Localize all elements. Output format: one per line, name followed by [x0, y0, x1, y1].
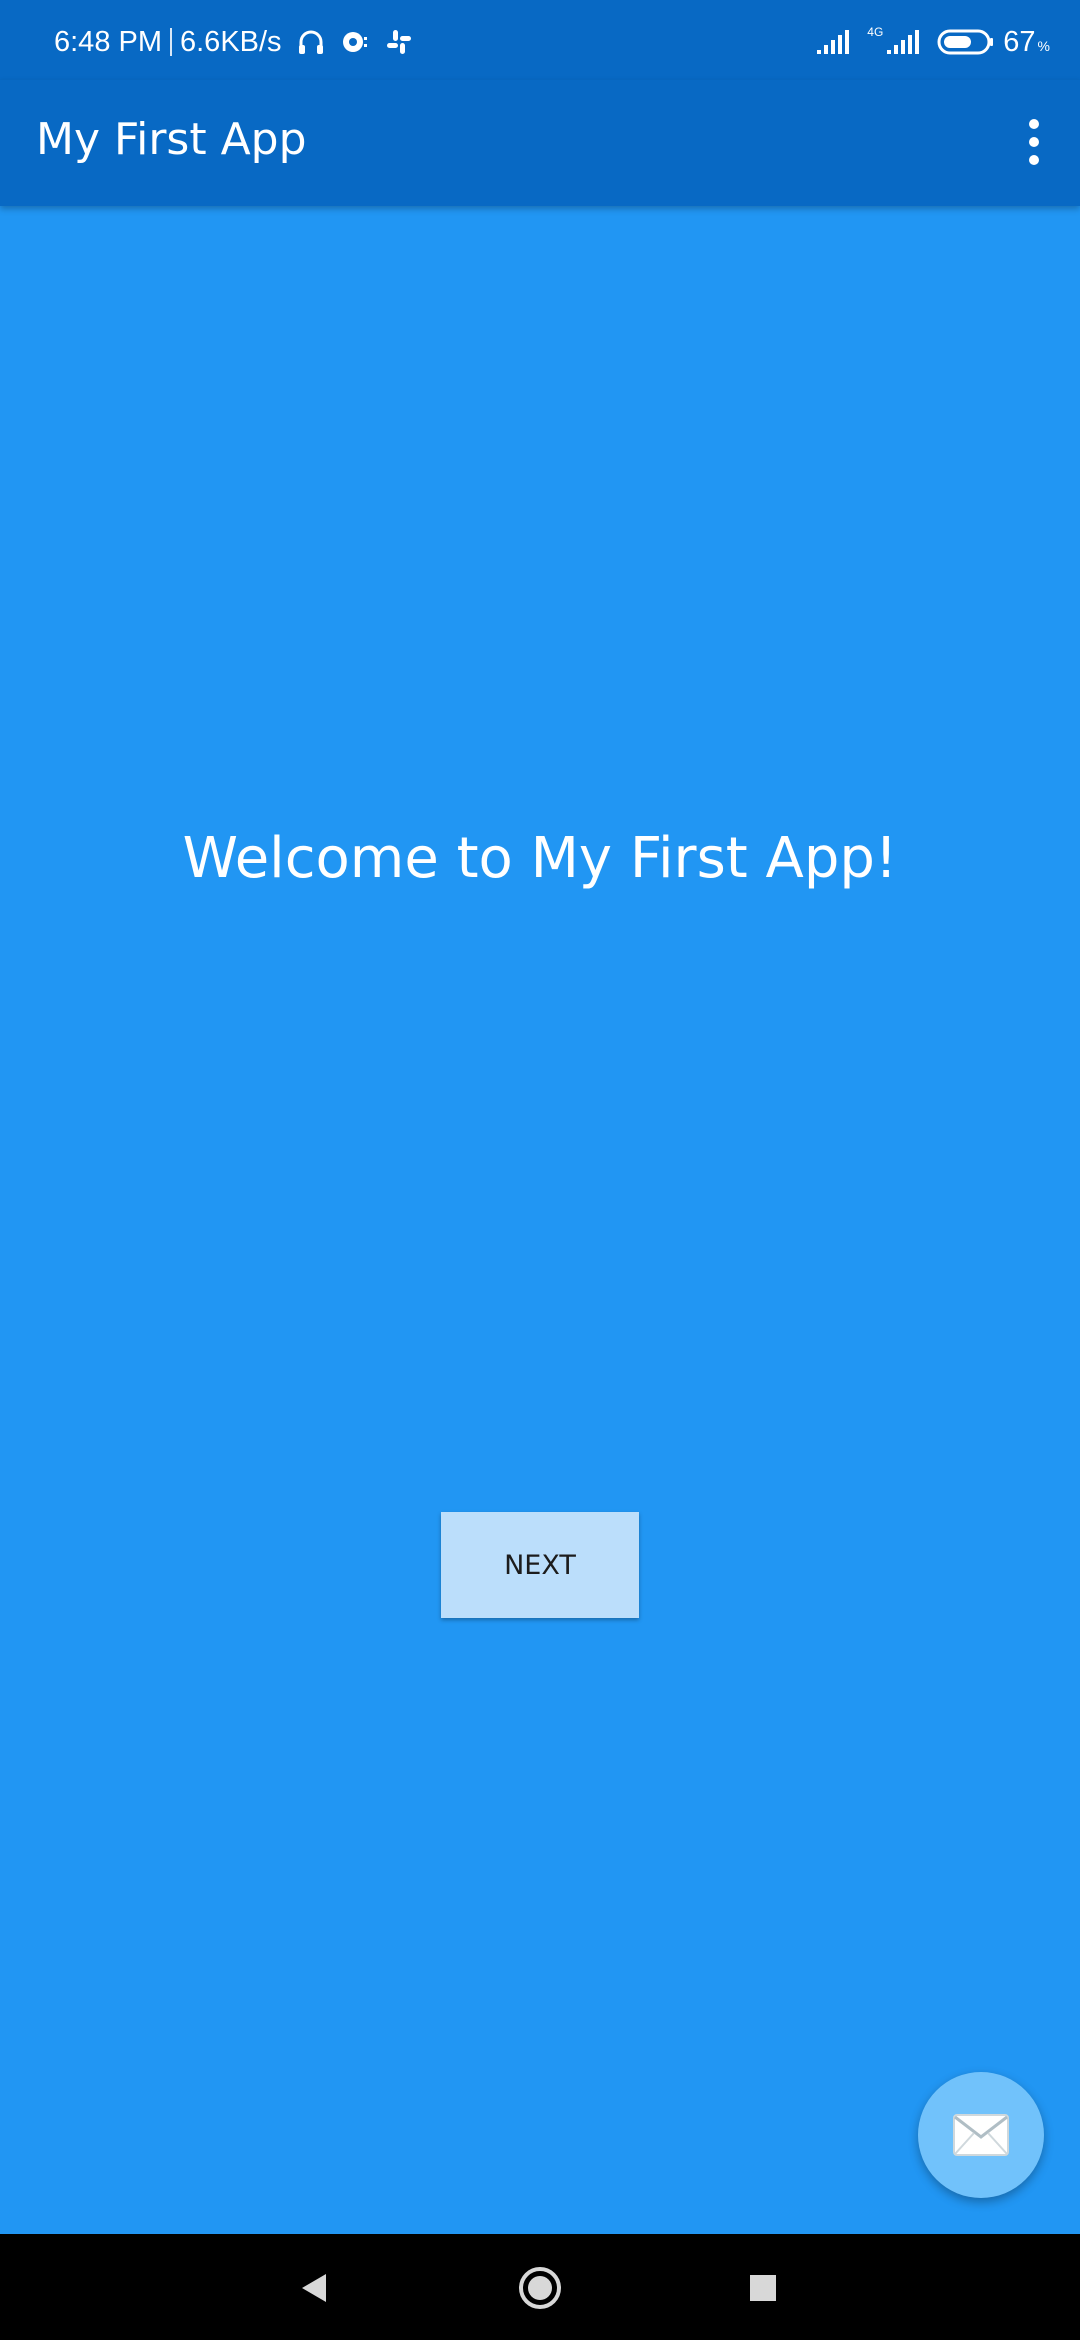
status-separator: [170, 28, 172, 56]
signal-icon: [817, 30, 850, 54]
home-icon[interactable]: [512, 2260, 568, 2316]
overflow-menu-icon[interactable]: [1004, 102, 1064, 182]
slack-icon: [386, 30, 411, 54]
overflow-dot: [1029, 155, 1039, 165]
status-right: 4G 67%: [799, 22, 1050, 62]
overflow-dot: [1029, 137, 1039, 147]
battery-percent-value: 67: [1003, 25, 1036, 58]
status-time: 6:48 PM: [54, 25, 162, 58]
status-net-speed: 6.6KB/s: [180, 25, 282, 58]
status-bar: 6:48 PM 6.6KB/s 4G 67 %: [0, 0, 1080, 80]
email-fab[interactable]: [918, 2072, 1044, 2198]
app-title: My First App: [36, 114, 307, 165]
main-content: Welcome to My First App! NEXT: [0, 206, 1080, 2234]
signal-4g-group: 4G: [867, 25, 921, 56]
app-bar: My First App: [0, 80, 1080, 206]
signal-4g-icon: [887, 30, 920, 54]
battery-percent-unit: %: [1037, 37, 1050, 54]
next-button[interactable]: NEXT: [441, 1512, 639, 1618]
welcome-text: Welcome to My First App!: [182, 826, 898, 891]
email-icon: [953, 2114, 1009, 2156]
headset-icon: [298, 30, 323, 54]
sync-notification-icon: [342, 32, 367, 52]
battery: 67%: [937, 26, 1050, 59]
network-type-label: 4G: [867, 25, 884, 39]
battery-icon: [937, 29, 994, 55]
navigation-bar: [0, 2234, 1080, 2340]
back-icon[interactable]: [286, 2260, 342, 2316]
overflow-dot: [1029, 119, 1039, 129]
battery-percent: 67%: [1003, 26, 1050, 59]
status-left: 6:48 PM 6.6KB/s: [54, 22, 414, 62]
recents-icon[interactable]: [735, 2260, 791, 2316]
